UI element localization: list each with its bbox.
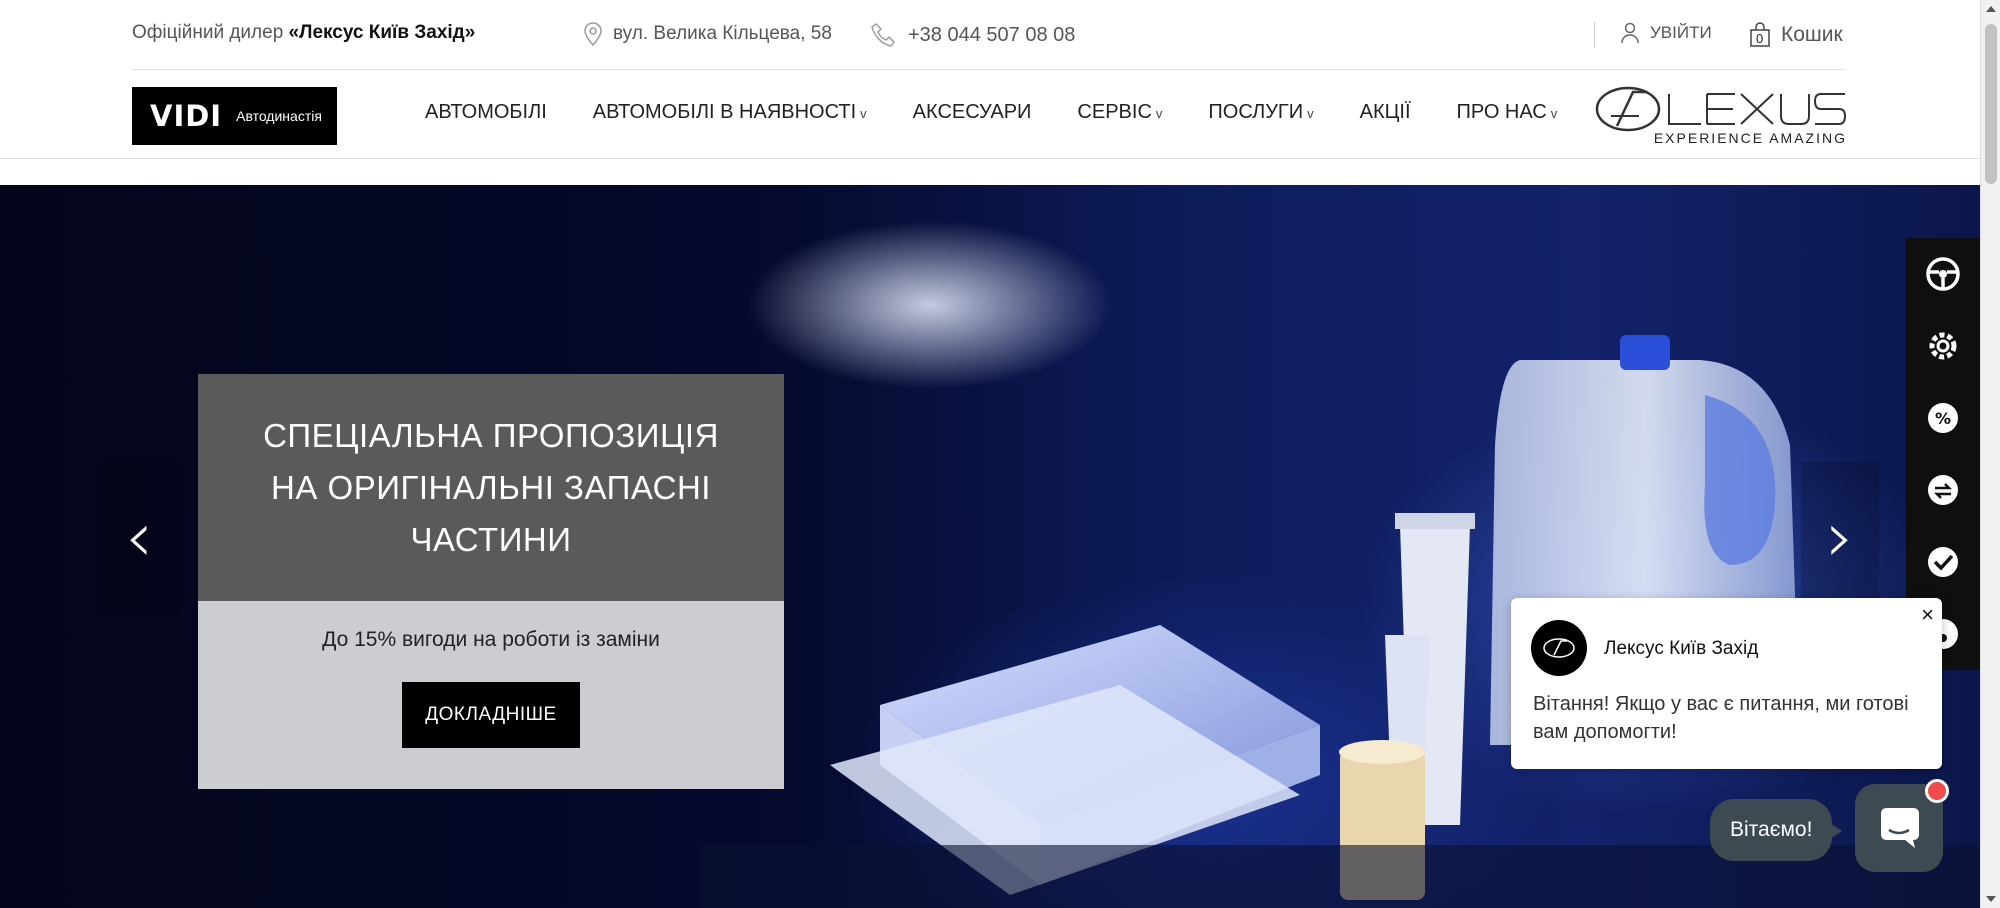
chevron-down-icon: v [860,106,867,121]
service-gear-icon[interactable] [1906,310,1980,382]
nav-item-label: ПРО НАС [1456,101,1547,123]
divider [1594,22,1595,48]
nav-item-promotions[interactable]: АКЦІЇ [1360,101,1411,124]
scroll-down-arrow-icon[interactable] [1986,896,1996,902]
chevron-down-icon: v [1155,106,1163,121]
promo-details-panel: До 15% вигоди на роботи із заміни ДОКЛАД… [198,601,784,789]
notification-dot [1925,779,1949,803]
close-icon[interactable]: × [1921,602,1934,628]
dealer-prefix: Офіційний дилер [132,22,289,43]
chat-message: Вітання! Якщо у вас є питання, ми готові… [1533,693,1909,743]
location-pin-icon [583,22,603,46]
cart-link[interactable]: 0 Кошик [1749,22,1843,48]
nav-item-label: АВТОМОБІЛІ [425,101,547,123]
phone-link[interactable]: +38 044 507 08 08 [870,22,1075,48]
dealer-name: «Лексус Київ Захід» [288,22,476,43]
vidi-logo[interactable]: VIDI Автодинастія [132,87,337,145]
vidi-logo-text: VIDI [150,99,223,133]
main-nav: VIDI Автодинастія АВТОМОБІЛІ АВТОМОБІЛІ … [0,71,1980,159]
shopping-bag-icon: 0 [1749,22,1771,48]
phone-icon [870,22,898,48]
phone-text: +38 044 507 08 08 [908,23,1076,46]
nav-item-label: АКСЕСУАРИ [912,101,1032,123]
avatar [1531,620,1587,676]
nav-item-label: АВТОМОБІЛІ В НАЯВНОСТІ [592,101,857,123]
chat-bubble-icon [1881,808,1919,848]
slider-prev-arrow[interactable]: ‹ [100,462,178,612]
top-bar: Офіційний дилер «Лексус Київ Захід» вул.… [0,0,1980,70]
slider-next-arrow[interactable]: › [1801,462,1879,612]
user-icon [1620,22,1640,44]
checkmark-icon[interactable] [1906,526,1980,598]
nav-item-accessories[interactable]: АКСЕСУАРИ [913,101,1032,124]
lexus-tagline: EXPERIENCE AMAZING [1653,130,1847,146]
hero-slider: СПЕЦІАЛЬНА ПРОПОЗИЦІЯ НА ОРИГІНАЛЬНІ ЗАП… [0,185,1980,908]
promo-subtitle: До 15% вигоди на роботи із заміни [322,628,660,651]
address-text: вул. Велика Кільцева, 58 [613,23,832,44]
steering-wheel-icon[interactable] [1906,238,1980,310]
cart-label: Кошик [1781,23,1843,46]
chat-popup[interactable]: × Лексус Київ Захід Вітання! Якщо у вас … [1511,598,1942,769]
page-scrollbar[interactable] [1980,0,2000,908]
nav-item-about[interactable]: ПРО НАС v [1457,101,1558,124]
top-bar-inner: Офіційний дилер «Лексус Київ Захід» вул.… [132,0,1846,70]
nav-menu: АВТОМОБІЛІ АВТОМОБІЛІ В НАЯВНОСТІ v АКСЕС… [425,101,1557,124]
scroll-thumb[interactable] [1985,24,1997,184]
more-details-button[interactable]: ДОКЛАДНІШЕ [402,682,580,748]
scroll-up-arrow-icon[interactable] [1986,6,1996,12]
dealer-info: Офіційний дилер «Лексус Київ Захід» [132,22,475,44]
address-link[interactable]: вул. Велика Кільцева, 58 [583,22,832,46]
chevron-down-icon: v [1550,106,1558,121]
svg-text:%: % [1935,409,1951,428]
login-link[interactable]: УВІЙТИ [1620,22,1712,44]
nav-item-cars[interactable]: АВТОМОБІЛІ [425,101,547,124]
vidi-logo-subtitle: Автодинастія [236,108,322,124]
nav-item-services[interactable]: ПОСЛУГИ v [1208,101,1313,124]
chat-sender-name: Лексус Київ Захід [1604,638,1759,659]
cart-count: 0 [1756,31,1764,46]
nav-item-cars-in-stock[interactable]: АВТОМОБІЛІ В НАЯВНОСТІ v [593,101,867,124]
login-label: УВІЙТИ [1650,23,1712,42]
nav-item-label: АКЦІЇ [1359,101,1411,123]
nav-item-label: ПОСЛУГИ [1208,101,1304,123]
lexus-logo[interactable]: EXPERIENCE AMAZING [1595,86,1847,148]
nav-item-label: СЕРВІС [1077,101,1152,123]
nav-item-service[interactable]: СЕРВІС v [1077,101,1162,124]
promo-title-panel: СПЕЦІАЛЬНА ПРОПОЗИЦІЯ НА ОРИГІНАЛЬНІ ЗАП… [198,374,784,601]
discount-icon[interactable]: % [1906,382,1980,454]
promo-title: СПЕЦІАЛЬНА ПРОПОЗИЦІЯ НА ОРИГІНАЛЬНІ ЗАП… [263,416,719,558]
chat-greeting-bubble[interactable]: Вітаємо! [1710,799,1843,861]
chevron-down-icon: v [1307,106,1314,121]
trade-in-icon[interactable] [1906,454,1980,526]
